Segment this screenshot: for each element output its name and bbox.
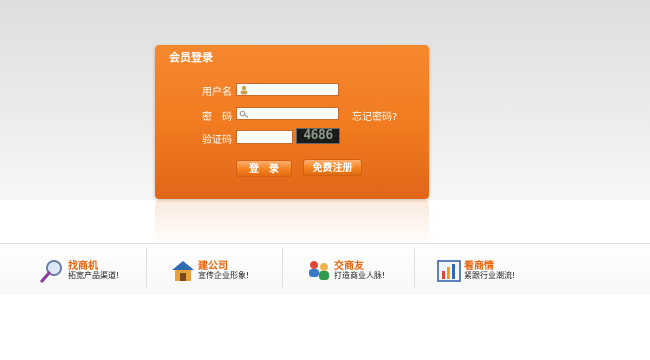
- feature-separator: [282, 248, 283, 288]
- magnifier-icon: [40, 260, 62, 283]
- key-icon: [239, 110, 249, 118]
- house-icon: [172, 261, 194, 281]
- bar-chart-icon: [437, 260, 461, 282]
- feature-separator: [146, 248, 147, 288]
- captcha-label: 验证码: [202, 135, 232, 146]
- feature-desc: 拓宽产品渠道!: [68, 271, 120, 280]
- login-panel-title: 会员登录: [169, 51, 213, 64]
- captcha-input[interactable]: [236, 130, 293, 144]
- feature-desc: 宣传企业形象!: [198, 271, 250, 280]
- user-icon: [240, 85, 248, 95]
- people-icon: [309, 261, 329, 280]
- username-label: 用户名: [202, 87, 232, 98]
- login-button[interactable]: 登 录: [236, 160, 292, 177]
- feature-separator: [414, 248, 415, 288]
- captcha-image[interactable]: 4686: [296, 128, 340, 144]
- register-button[interactable]: 免费注册: [303, 159, 362, 176]
- password-input[interactable]: [236, 107, 339, 120]
- feature-desc: 打造商业人脉!: [334, 271, 386, 280]
- panel-reflection: [155, 200, 429, 245]
- feature-desc: 紧跟行业潮流!: [464, 271, 516, 280]
- password-label: 密 码: [202, 112, 232, 123]
- username-input[interactable]: [236, 83, 339, 96]
- forgot-password-link[interactable]: 忘记密码?: [352, 108, 397, 123]
